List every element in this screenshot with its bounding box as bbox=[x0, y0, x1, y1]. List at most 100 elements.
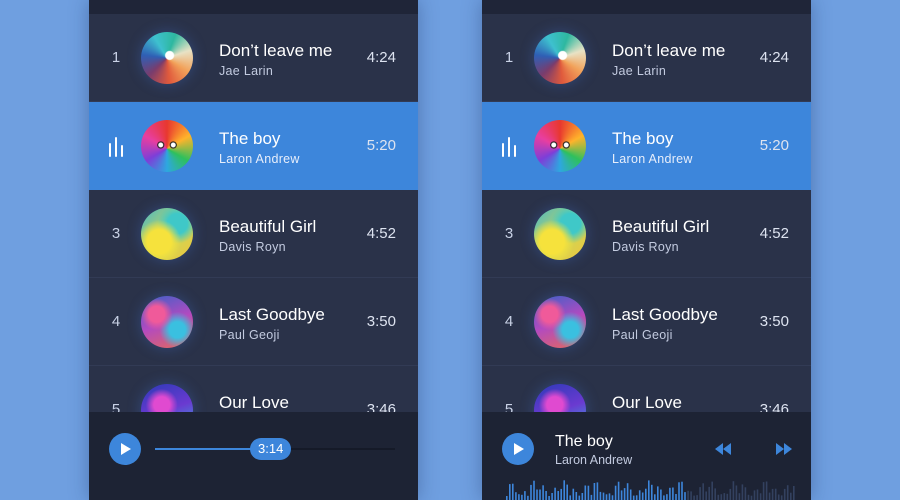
waveform-bar bbox=[750, 495, 753, 500]
playlist-screen-progress: 1 Don’t leave me Jae Larin 4:24 The boy … bbox=[89, 0, 418, 500]
waveform-bar bbox=[669, 487, 671, 500]
track-artist: Paul Geoji bbox=[612, 328, 673, 342]
track-artist: Davis Royn bbox=[219, 240, 286, 254]
track-row-1[interactable]: 1 Don’t leave me Jae Larin 4:24 bbox=[482, 14, 811, 102]
track-artist: Jae Larin bbox=[612, 64, 667, 78]
equalizer-icon bbox=[502, 137, 520, 157]
waveform-bar bbox=[614, 485, 617, 500]
track-artist: Laron Andrew bbox=[219, 152, 300, 166]
rewind-button[interactable] bbox=[715, 443, 731, 455]
waveform-bar bbox=[596, 482, 599, 500]
waveform-bar bbox=[771, 488, 774, 500]
track-title: Last Goodbye bbox=[612, 305, 718, 324]
waveform-bar bbox=[756, 489, 759, 500]
waveform-bar bbox=[774, 488, 777, 500]
waveform-bar bbox=[660, 489, 662, 500]
waveform-bar bbox=[696, 495, 698, 500]
track-row-3[interactable]: 3 Beautiful Girl Davis Royn 4:52 bbox=[89, 190, 418, 278]
track-duration: 4:52 bbox=[759, 225, 789, 242]
rewind-icon bbox=[715, 443, 731, 455]
waveform-bar bbox=[593, 483, 596, 500]
track-row-3[interactable]: 3 Beautiful Girl Davis Royn 4:52 bbox=[482, 190, 811, 278]
waveform-bar bbox=[527, 495, 529, 500]
track-row-2-playing[interactable]: The boy Laron Andrew 5:20 bbox=[89, 102, 418, 190]
track-title: Our Love bbox=[219, 393, 289, 412]
waveform-bar bbox=[542, 485, 544, 500]
track-title: Beautiful Girl bbox=[219, 217, 317, 236]
track-number: 4 bbox=[111, 313, 121, 330]
album-art bbox=[141, 120, 193, 172]
now-playing-artist: Laron Andrew bbox=[555, 453, 633, 467]
track-duration: 5:20 bbox=[366, 137, 396, 154]
waveform-bar bbox=[638, 490, 641, 500]
track-number: 1 bbox=[504, 49, 514, 66]
track-title: The boy bbox=[219, 129, 281, 148]
track-number: 1 bbox=[111, 49, 121, 66]
waveform-bar bbox=[777, 494, 780, 500]
waveform-bar bbox=[629, 489, 632, 500]
fast-forward-button[interactable] bbox=[776, 443, 792, 455]
waveform-bar bbox=[741, 484, 744, 500]
waveform-bar bbox=[560, 488, 562, 500]
waveform-bar bbox=[521, 494, 523, 500]
play-button[interactable] bbox=[502, 433, 534, 465]
waveform-bar bbox=[714, 488, 716, 500]
waveform-bar bbox=[678, 482, 680, 500]
waveform-bar bbox=[617, 481, 620, 500]
waveform-bar bbox=[666, 494, 668, 500]
waveform-bar bbox=[587, 485, 590, 500]
waveform-bar bbox=[518, 494, 520, 500]
waveform-bar bbox=[566, 484, 568, 500]
track-title: Don’t leave me bbox=[612, 41, 726, 60]
album-art bbox=[141, 208, 193, 260]
play-button[interactable] bbox=[109, 433, 141, 465]
waveform-bar bbox=[620, 490, 623, 500]
waveform-bar bbox=[648, 480, 650, 500]
waveform-bar bbox=[632, 495, 635, 500]
track-artist: Jae Larin bbox=[219, 64, 274, 78]
waveform-bar bbox=[611, 495, 614, 500]
track-row-4[interactable]: 4 Last Goodbye Paul Geoji 3:50 bbox=[89, 278, 418, 366]
progress-handle-time[interactable]: 3:14 bbox=[250, 438, 292, 460]
waveform-bar bbox=[506, 496, 508, 500]
track-duration: 5:20 bbox=[759, 137, 789, 154]
waveform-bar bbox=[702, 483, 704, 500]
album-art bbox=[534, 208, 586, 260]
waveform-bar bbox=[783, 488, 786, 500]
waveform-bar bbox=[699, 487, 701, 500]
track-duration: 3:50 bbox=[759, 313, 789, 330]
track-title: Our Love bbox=[612, 393, 682, 412]
waveform-bar bbox=[654, 494, 656, 500]
waveform-bar bbox=[720, 494, 723, 500]
waveform-bar bbox=[536, 489, 538, 500]
waveform-bar bbox=[651, 484, 653, 500]
track-title: Don’t leave me bbox=[219, 41, 333, 60]
playlist-screen-now-playing: 1 Don’t leave me Jae Larin 4:24 The boy … bbox=[482, 0, 811, 500]
now-playing-title: The boy bbox=[555, 433, 613, 450]
waveform-bar bbox=[735, 485, 738, 500]
waveform-bar bbox=[738, 493, 741, 500]
waveform-bar bbox=[635, 495, 638, 500]
album-art bbox=[534, 296, 586, 348]
track-row-2-playing[interactable]: The boy Laron Andrew 5:20 bbox=[482, 102, 811, 190]
now-playing-bar: The boy Laron Andrew bbox=[482, 412, 811, 500]
waveform-bar bbox=[711, 481, 713, 500]
waveform-bar bbox=[572, 488, 575, 500]
waveform-bar bbox=[786, 485, 789, 500]
album-art bbox=[141, 32, 193, 84]
waveform-bar bbox=[530, 484, 532, 500]
track-row-1[interactable]: 1 Don’t leave me Jae Larin 4:24 bbox=[89, 14, 418, 102]
waveform-bar bbox=[608, 493, 611, 500]
waveform-bar bbox=[708, 486, 710, 500]
track-artist: Laron Andrew bbox=[612, 152, 693, 166]
waveform-bar bbox=[762, 482, 765, 500]
waveform-bar bbox=[717, 494, 720, 500]
waveform-bar bbox=[732, 481, 735, 500]
track-row-4[interactable]: 4 Last Goodbye Paul Geoji 3:50 bbox=[482, 278, 811, 366]
waveform[interactable] bbox=[506, 478, 796, 500]
waveform-bar bbox=[563, 480, 565, 500]
waveform-bar bbox=[675, 494, 677, 500]
track-number: 4 bbox=[504, 313, 514, 330]
top-bar bbox=[89, 0, 418, 14]
waveform-bar bbox=[509, 484, 511, 500]
